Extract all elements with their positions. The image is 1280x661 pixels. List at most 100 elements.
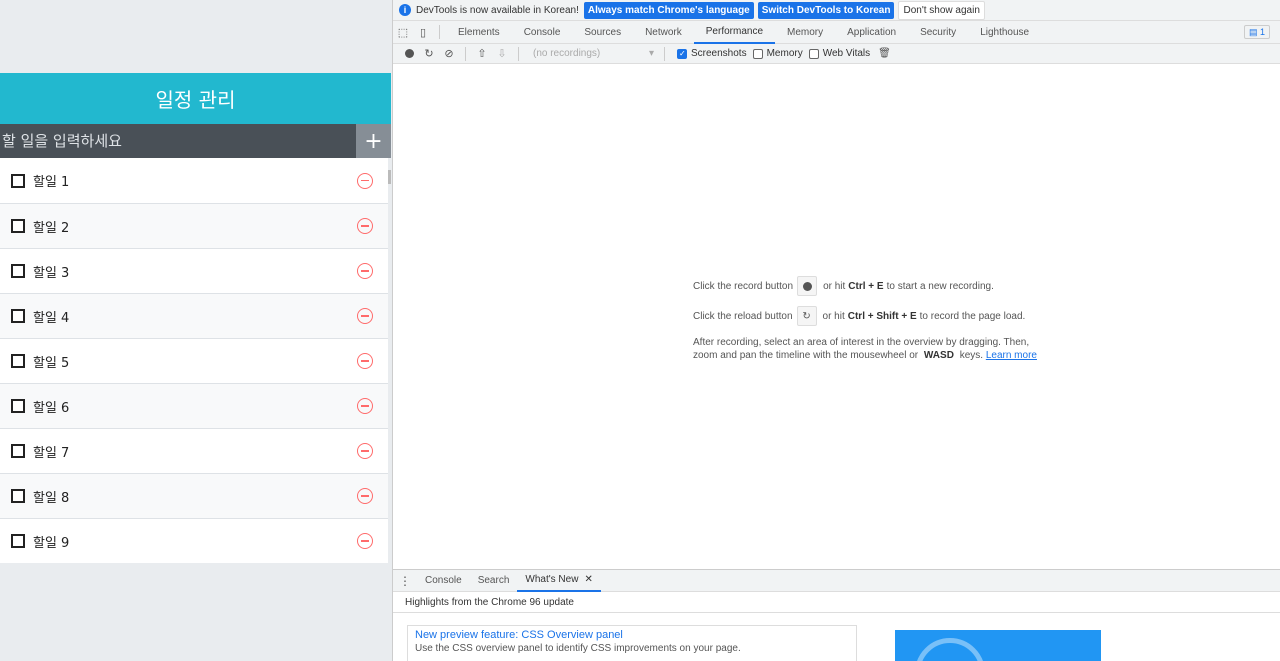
tab-sources[interactable]: Sources xyxy=(572,21,633,44)
memory-label: Memory xyxy=(766,48,803,59)
tab-memory[interactable]: Memory xyxy=(775,21,835,44)
checkbox-icon[interactable] xyxy=(11,399,25,413)
remove-icon[interactable] xyxy=(357,218,373,234)
remove-icon[interactable] xyxy=(357,172,373,189)
todo-text[interactable]: 할일 6 xyxy=(33,397,357,416)
list-scrollbar[interactable] xyxy=(388,170,391,184)
feature-card-title[interactable]: New preview feature: CSS Overview panel xyxy=(415,629,849,641)
drawer-tab-label: What's New xyxy=(525,574,579,585)
checkbox-icon[interactable] xyxy=(11,444,25,458)
checkbox-icon[interactable] xyxy=(11,264,25,278)
tab-lighthouse[interactable]: Lighthouse xyxy=(968,21,1041,44)
todo-text[interactable]: 할일 5 xyxy=(33,352,357,371)
tab-application[interactable]: Application xyxy=(835,21,908,44)
recordings-value: (no recordings) xyxy=(533,48,601,59)
after-line-2: zoom and pan the timeline with the mouse… xyxy=(693,349,1053,362)
reload-text: to record the page load. xyxy=(919,310,1026,322)
reload-text: Click the reload button xyxy=(693,310,793,322)
record-instruction: Click the record button or hit Ctrl + E … xyxy=(693,276,1053,296)
app-title: 일정 관리 xyxy=(0,73,391,124)
divider xyxy=(518,46,519,61)
web-vitals-checkbox[interactable]: Web Vitals xyxy=(808,48,870,59)
remove-icon[interactable] xyxy=(357,353,373,369)
screenshots-checkbox[interactable]: Screenshots xyxy=(677,48,747,59)
feature-card[interactable]: New preview feature: CSS Overview panel … xyxy=(407,625,857,661)
record-button[interactable] xyxy=(797,276,818,296)
todo-item: 할일 8 xyxy=(0,473,388,518)
reload-text: or hit xyxy=(822,310,845,322)
drawer-tab-whats-new[interactable]: What's New ✕ xyxy=(517,570,601,592)
issues-badge[interactable]: ▤ 1 xyxy=(1243,25,1270,39)
record-text: to start a new recording. xyxy=(886,280,994,292)
inspect-element-icon[interactable]: ⬚ xyxy=(393,22,413,42)
checkbox-icon[interactable] xyxy=(11,489,25,503)
checkbox-icon[interactable] xyxy=(11,534,25,548)
clear-icon[interactable]: ⊘ xyxy=(439,47,459,60)
remove-icon[interactable] xyxy=(357,443,373,459)
after-text: zoom and pan the timeline with the mouse… xyxy=(693,350,919,361)
reload-button[interactable]: ↻ xyxy=(796,306,817,326)
drawer-tabbar: ⋮ Console Search What's New ✕ xyxy=(393,570,1280,592)
whats-new-header: Highlights from the Chrome 96 update xyxy=(393,592,1280,613)
devtools-tabbar: ⬚ ▯ Elements Console Sources Network Per… xyxy=(393,21,1280,44)
todo-text[interactable]: 할일 8 xyxy=(33,487,357,506)
record-icon xyxy=(802,281,812,291)
todo-item: 할일 7 xyxy=(0,428,388,473)
tab-performance[interactable]: Performance xyxy=(693,21,776,44)
checkbox-icon[interactable] xyxy=(11,173,25,188)
remove-icon[interactable] xyxy=(357,398,373,414)
todo-item: 할일 9 xyxy=(0,518,388,563)
screenshots-label: Screenshots xyxy=(691,48,747,59)
drawer-tab-search[interactable]: Search xyxy=(470,570,518,592)
checkbox-icon[interactable] xyxy=(11,219,25,233)
tab-console[interactable]: Console xyxy=(512,21,573,44)
memory-checkbox[interactable]: Memory xyxy=(752,48,803,59)
remove-icon[interactable] xyxy=(357,533,373,549)
recordings-select[interactable]: (no recordings) ▾ xyxy=(533,48,658,59)
todo-input[interactable] xyxy=(0,124,356,158)
dont-show-again-button[interactable]: Don't show again xyxy=(898,0,985,20)
todo-text[interactable]: 할일 3 xyxy=(33,262,357,281)
tab-security[interactable]: Security xyxy=(908,21,968,44)
todo-item: 할일 1 xyxy=(0,158,388,203)
record-text: Click the record button xyxy=(693,280,794,292)
todo-text[interactable]: 할일 1 xyxy=(33,171,357,190)
todo-text[interactable]: 할일 7 xyxy=(33,442,357,461)
todo-text[interactable]: 할일 9 xyxy=(33,532,357,551)
todo-app: 일정 관리 + 할일 1 할일 2 할일 3 할일 4 할일 5 할일 6 할일… xyxy=(0,0,391,661)
close-icon[interactable]: ✕ xyxy=(584,574,592,585)
device-toolbar-icon[interactable]: ▯ xyxy=(413,22,433,42)
remove-icon[interactable] xyxy=(357,308,373,324)
checkbox-checked-icon[interactable] xyxy=(677,48,687,59)
drawer-tab-console[interactable]: Console xyxy=(417,570,470,592)
learn-more-link[interactable]: Learn more xyxy=(986,350,1037,361)
todo-text[interactable]: 할일 4 xyxy=(33,307,357,326)
trash-icon[interactable]: 🗑 xyxy=(878,48,891,59)
todo-item: 할일 6 xyxy=(0,383,388,428)
upload-icon[interactable]: ⇧ xyxy=(472,47,492,60)
remove-icon[interactable] xyxy=(357,488,373,504)
language-infobar: i DevTools is now available in Korean! A… xyxy=(393,0,1280,21)
record-icon[interactable] xyxy=(399,49,419,58)
more-options-icon[interactable]: ⋮ xyxy=(393,574,417,588)
add-todo-button[interactable]: + xyxy=(356,124,391,158)
remove-icon[interactable] xyxy=(357,263,373,279)
infobar-message: DevTools is now available in Korean! xyxy=(416,4,579,16)
checkbox-icon[interactable] xyxy=(11,354,25,368)
divider xyxy=(664,46,665,61)
checkbox-icon[interactable] xyxy=(808,48,819,59)
match-language-button[interactable]: Always match Chrome's language xyxy=(583,1,754,19)
checkbox-icon[interactable] xyxy=(11,309,25,323)
checkbox-icon[interactable] xyxy=(752,48,763,59)
tab-elements[interactable]: Elements xyxy=(446,21,512,44)
tab-network[interactable]: Network xyxy=(633,21,694,44)
reload-icon: ↻ xyxy=(802,310,811,322)
todo-list: 할일 1 할일 2 할일 3 할일 4 할일 5 할일 6 할일 7 할일 8 … xyxy=(0,158,388,563)
shortcut-key: Ctrl + E xyxy=(848,280,884,292)
feature-thumbnail xyxy=(895,630,1101,661)
reload-icon[interactable]: ↻ xyxy=(419,47,439,60)
switch-language-button[interactable]: Switch DevTools to Korean xyxy=(757,1,895,19)
todo-text[interactable]: 할일 2 xyxy=(33,217,357,236)
divider xyxy=(439,25,440,39)
after-line-1: After recording, select an area of inter… xyxy=(693,337,1030,348)
